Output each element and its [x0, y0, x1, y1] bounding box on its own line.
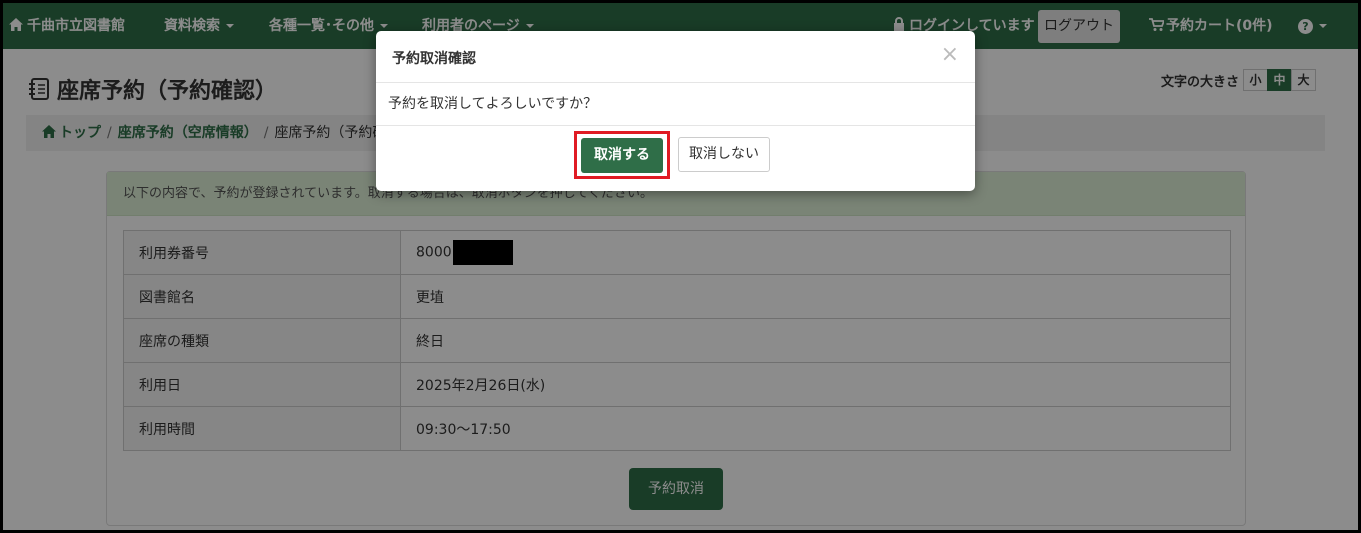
browser-frame: 千曲市立図書館 資料検索 各種一覧･その他 利用者のページ ログインしています … [3, 3, 1358, 530]
cancel-confirm-dialog: 予約取消確認 × 予約を取消してよろしいですか？ 取消する 取消しない [376, 31, 975, 191]
dialog-message: 予約を取消してよろしいですか？ [376, 83, 975, 126]
dialog-footer: 取消する 取消しない [376, 126, 975, 190]
confirm-cancel-button[interactable]: 取消する [581, 138, 663, 173]
dialog-header: 予約取消確認 × [376, 31, 975, 83]
decline-cancel-button[interactable]: 取消しない [678, 137, 770, 172]
close-icon[interactable]: × [941, 43, 959, 67]
dialog-title: 予約取消確認 [392, 51, 476, 67]
